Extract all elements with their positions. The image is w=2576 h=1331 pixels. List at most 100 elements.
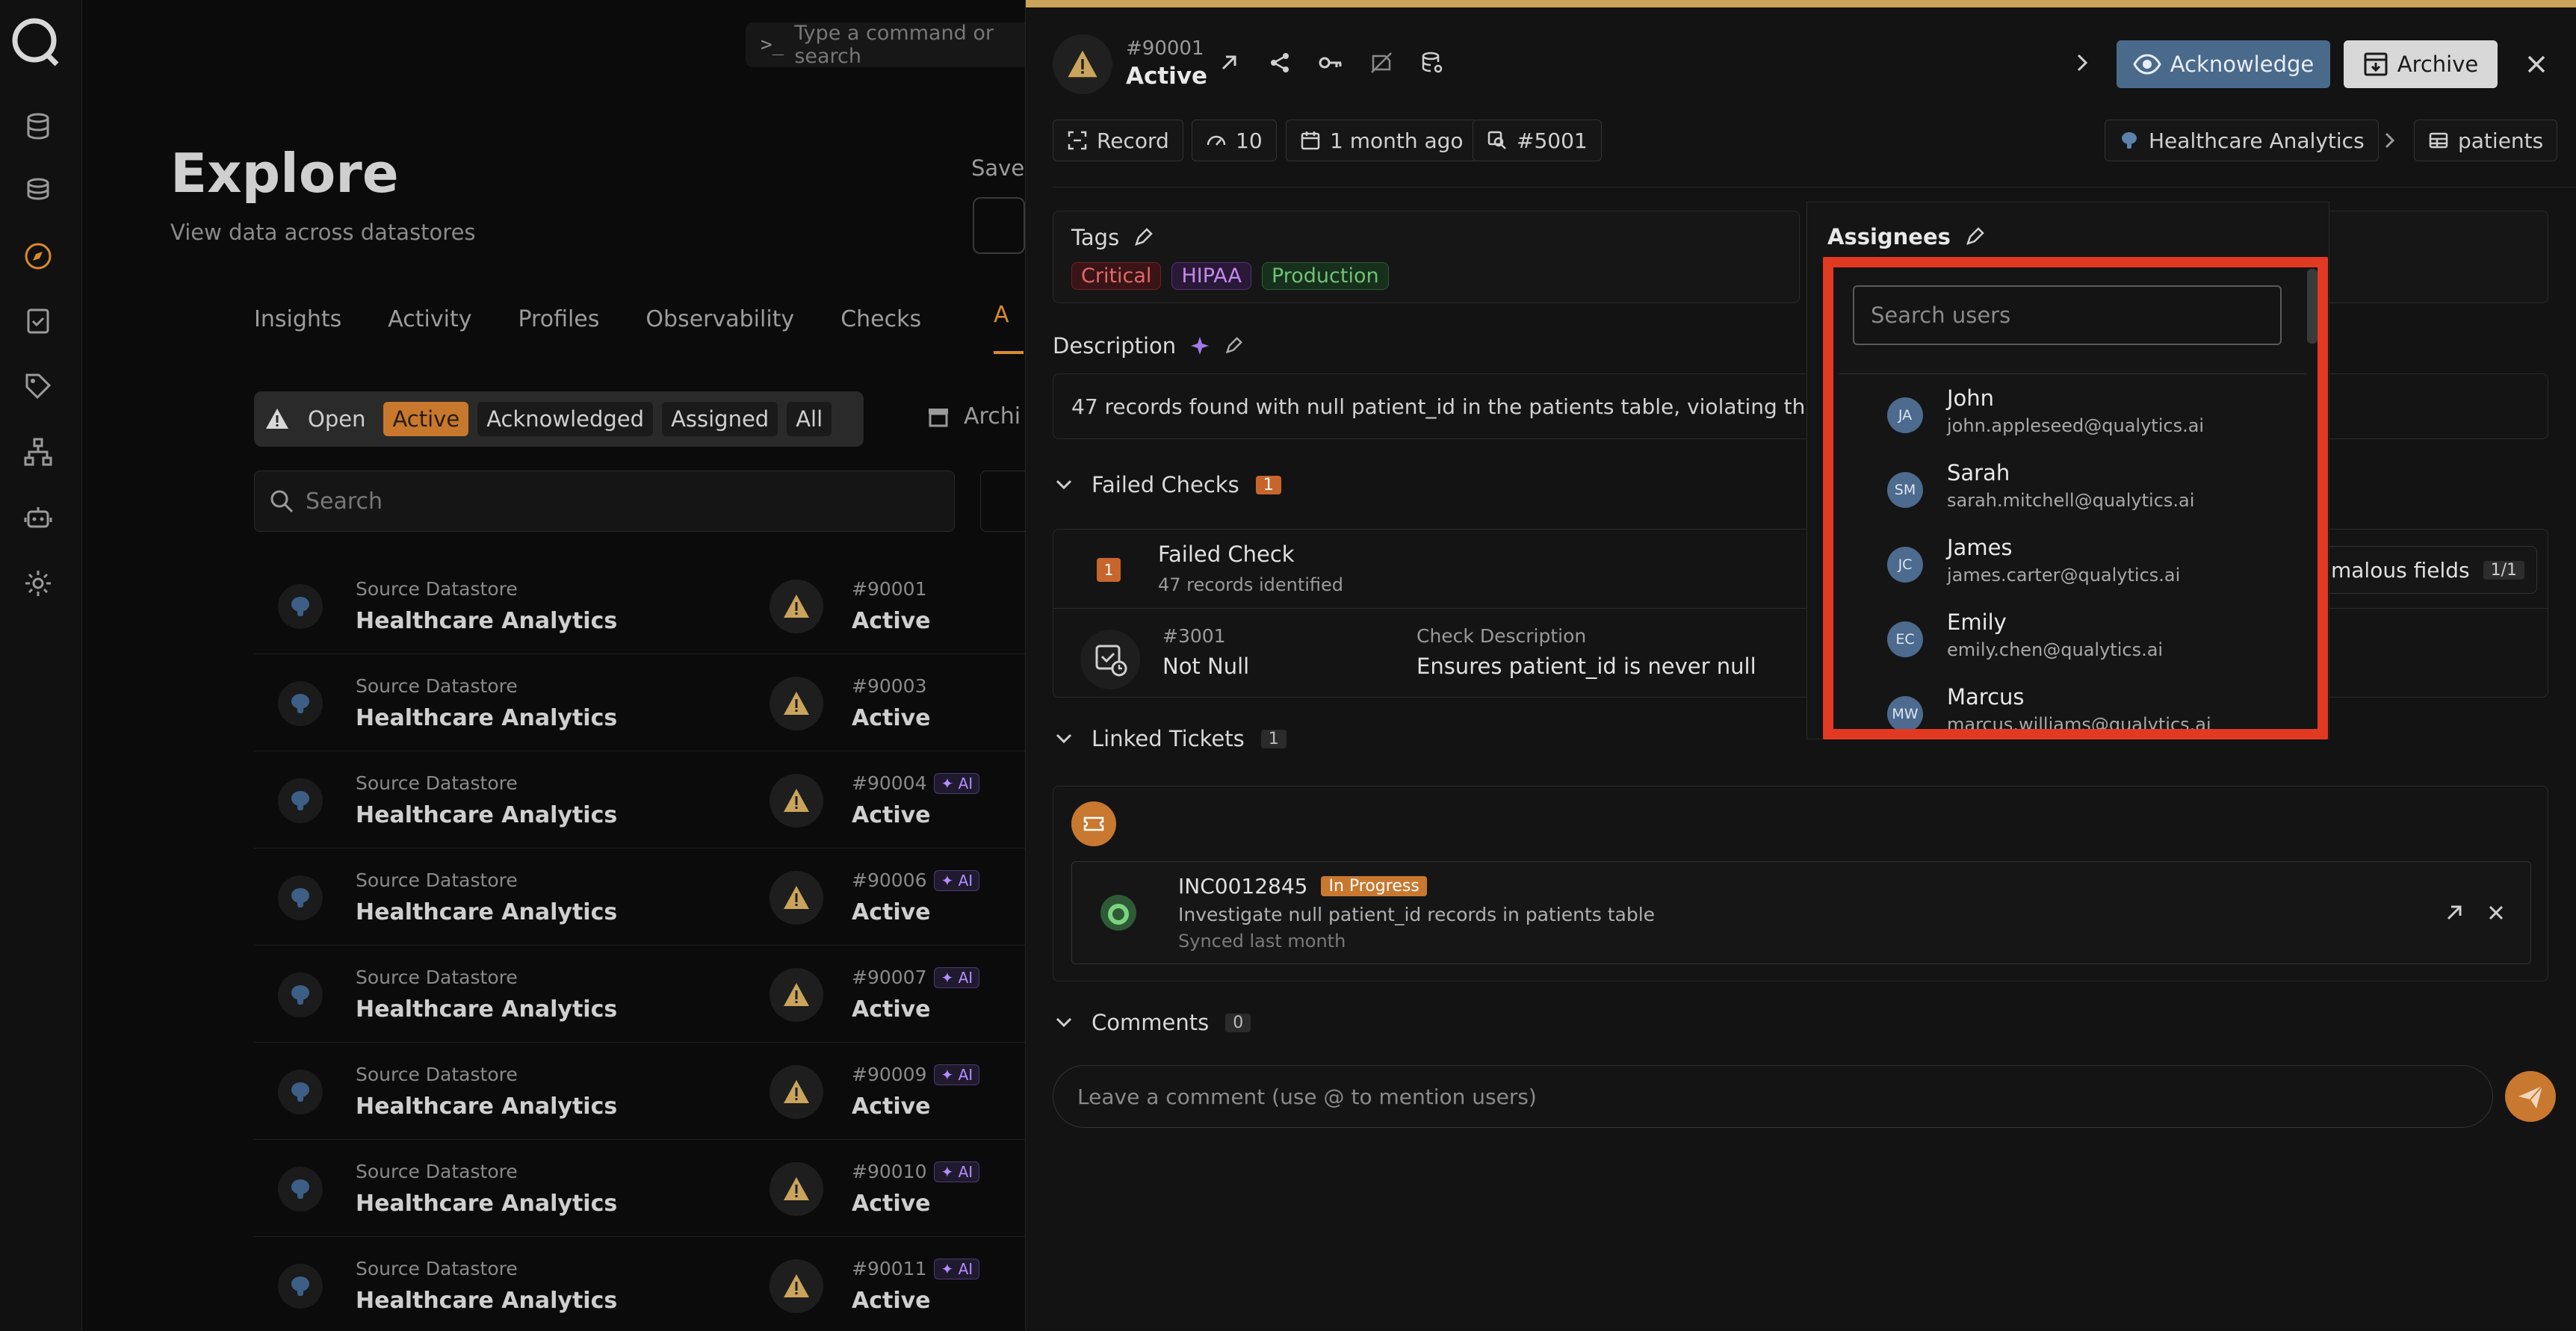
user-option[interactable]: JA John john.appleseed@qualytics.ai [1839, 376, 2307, 451]
edit-pencil-icon[interactable] [1964, 226, 1985, 247]
tab-checks[interactable]: Checks [840, 306, 921, 332]
tab-observability[interactable]: Observability [645, 306, 794, 332]
filter-assigned[interactable]: Assigned [662, 402, 778, 436]
archive-icon [929, 408, 948, 426]
archive-button[interactable]: Archive [2344, 40, 2498, 88]
ai-badge: ✦ AI [934, 772, 980, 794]
hide-icon[interactable] [1365, 46, 1398, 79]
detected-time: 1 month ago [1330, 128, 1464, 153]
close-icon[interactable] [2481, 898, 2511, 928]
linked-ticket-item[interactable]: INC0012845 In Progress Investigate null … [1071, 861, 2531, 964]
enrichment-icon[interactable] [21, 173, 55, 208]
anomaly-status: Active [852, 1191, 931, 1217]
user-option[interactable]: MW Marcus marcus.williams@qualytics.ai [1839, 675, 2307, 732]
hierarchy-icon[interactable] [21, 435, 55, 469]
app-logo-icon[interactable] [9, 15, 63, 69]
breadcrumb-table[interactable]: patients [2414, 120, 2558, 161]
robot-icon[interactable] [21, 500, 55, 535]
open-external-icon[interactable] [1213, 46, 1245, 79]
page-title: Explore [170, 142, 399, 205]
search-users-input[interactable] [1853, 285, 2282, 345]
user-list: JA John john.appleseed@qualytics.ai SM S… [1839, 376, 2307, 732]
open-external-icon[interactable] [2439, 898, 2469, 928]
user-email: john.appleseed@qualytics.ai [1947, 415, 2205, 436]
edit-pencil-icon[interactable] [1224, 336, 1243, 356]
filter-all[interactable]: All [787, 402, 832, 436]
archived-filter-label: Archi [964, 403, 1021, 429]
tab-profiles[interactable]: Profiles [518, 306, 599, 332]
explore-search-input[interactable]: Search [254, 471, 955, 532]
table-row[interactable]: Source Datastore Healthcare Analytics #9… [254, 848, 1031, 946]
warning-icon [770, 1259, 823, 1313]
send-comment-button[interactable] [2505, 1071, 2556, 1122]
archived-filter[interactable]: Archi [926, 403, 1021, 429]
tag-hipaa[interactable]: HIPAA [1171, 262, 1251, 290]
key-icon[interactable] [1314, 46, 1347, 79]
failed-checks-header[interactable]: Failed Checks 1 [1053, 472, 1281, 497]
chevron-right-icon[interactable] [2069, 49, 2096, 76]
failed-check-title: Failed Check [1158, 542, 1295, 567]
calendar-icon [1301, 131, 1320, 150]
filter-acknowledged[interactable]: Acknowledged [477, 402, 654, 436]
linked-tickets-title: Linked Tickets [1092, 726, 1245, 751]
explore-icon[interactable] [21, 239, 55, 273]
postgres-icon [278, 681, 323, 726]
ai-sparkle-icon[interactable] [1189, 335, 1210, 356]
share-icon[interactable] [1263, 46, 1296, 79]
anomaly-status: Active [852, 1288, 931, 1314]
ai-badge: ✦ AI [934, 967, 980, 988]
user-name: Emily [1947, 609, 2007, 635]
check-reference-chip[interactable]: #5001 [1473, 120, 1602, 161]
breadcrumb-datastore[interactable]: Healthcare Analytics [2105, 120, 2379, 161]
datastore-settings-icon[interactable] [1416, 46, 1449, 79]
table-row[interactable]: Source Datastore Healthcare Analytics #9… [254, 1043, 1031, 1140]
avatar: EC [1887, 621, 1923, 657]
table-row[interactable]: Source Datastore Healthcare Analytics #9… [254, 1237, 1031, 1331]
filter-active[interactable]: Active [383, 402, 469, 436]
anomaly-id: #90001 [1126, 37, 1204, 60]
tag-production[interactable]: Production [1261, 262, 1389, 290]
ticket-status-badge: In Progress [1321, 876, 1427, 896]
acknowledge-button[interactable]: Acknowledge [2117, 40, 2330, 88]
tab-activity[interactable]: Activity [388, 306, 471, 332]
close-icon[interactable] [2521, 49, 2551, 79]
source-datastore-name: Healthcare Analytics [356, 802, 618, 828]
table-row[interactable]: Source Datastore Healthcare Analytics #9… [254, 946, 1031, 1043]
edit-pencil-icon[interactable] [1133, 227, 1154, 248]
failed-checks-count: 1 [1255, 475, 1281, 494]
command-search-bar[interactable]: >_ Type a command or search [746, 22, 1044, 68]
ai-badge: ✦ AI [934, 1064, 980, 1085]
user-option[interactable]: EC Emily emily.chen@qualytics.ai [1839, 601, 2307, 675]
anomalous-fields-button[interactable]: malous fields 1/1 [2300, 546, 2537, 594]
comments-header[interactable]: Comments 0 [1053, 1010, 1251, 1035]
check-name: Not Null [1162, 654, 1250, 679]
table-row[interactable]: Source Datastore Healthcare Analytics #9… [254, 557, 1031, 654]
page-subtitle: View data across datastores [170, 220, 476, 245]
user-option[interactable]: SM Sarah sarah.mitchell@qualytics.ai [1839, 451, 2307, 526]
anomaly-status: Active [852, 996, 931, 1023]
anomaly-status: Active [852, 899, 931, 925]
dropdown-scrollbar[interactable] [2307, 269, 2318, 344]
checklist-icon[interactable] [21, 303, 55, 338]
check-id[interactable]: #3001 [1162, 625, 1226, 647]
postgres-icon [278, 875, 323, 920]
tab-anomalies[interactable]: A [994, 302, 1024, 354]
saved-filters-button[interactable] [973, 197, 1025, 254]
comment-input[interactable] [1053, 1065, 2493, 1128]
ticket-icon[interactable] [1071, 801, 1116, 846]
detected-time-chip: 1 month ago [1286, 120, 1478, 161]
tag-icon[interactable] [21, 369, 55, 403]
tab-insights[interactable]: Insights [254, 306, 341, 332]
table-row[interactable]: Source Datastore Healthcare Analytics #9… [254, 654, 1031, 751]
linked-tickets-header[interactable]: Linked Tickets 1 [1053, 726, 1287, 751]
tag-critical[interactable]: Critical [1071, 262, 1162, 290]
warning-icon [770, 580, 823, 633]
settings-gear-icon[interactable] [21, 566, 55, 601]
user-option[interactable]: JC James james.carter@qualytics.ai [1839, 526, 2307, 601]
explore-search-placeholder: Search [306, 488, 383, 515]
table-row[interactable]: Source Datastore Healthcare Analytics #9… [254, 751, 1031, 848]
filter-open[interactable]: Open [299, 402, 374, 436]
table-row[interactable]: Source Datastore Healthcare Analytics #9… [254, 1140, 1031, 1237]
datastores-icon[interactable] [21, 109, 55, 143]
comments-count: 0 [1225, 1013, 1251, 1032]
